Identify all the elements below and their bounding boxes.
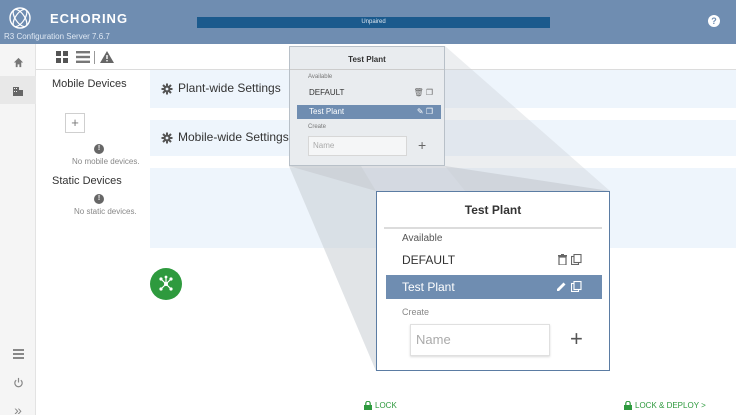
plant-selector-popup: Test Plant Available DEFAULT 🗑 ❐ Test Pl… — [289, 46, 445, 166]
trash-icon[interactable] — [558, 254, 567, 265]
plant-selector-popup-zoomed: Test Plant Available DEFAULT Test Plant … — [384, 199, 602, 365]
plant-name-input[interactable]: Name — [410, 324, 550, 356]
plant-name: Test Plant — [402, 280, 455, 294]
lock-button[interactable]: LOCK — [364, 401, 397, 410]
plant-option-test-plant[interactable]: Test Plant ✎ ❐ — [297, 105, 441, 119]
pencil-icon[interactable] — [556, 281, 567, 292]
available-label: Available — [308, 74, 333, 80]
popup-title: Test Plant — [348, 55, 386, 64]
lock-and-deploy-button[interactable]: LOCK & DEPLOY > — [624, 401, 706, 410]
popup-title-zoomed: Test Plant — [464, 203, 522, 217]
edit-copy-icons[interactable]: ✎ ❐ — [417, 105, 433, 119]
lock-icon — [624, 401, 632, 410]
lock-icon — [364, 401, 372, 410]
add-plant-button[interactable]: + — [570, 326, 583, 352]
lock-and-deploy-label: LOCK & DEPLOY > — [635, 401, 706, 410]
popup-divider — [384, 227, 602, 229]
plant-name: Test Plant — [309, 107, 345, 116]
add-plant-button[interactable]: + — [418, 137, 426, 153]
delete-copy-icons[interactable]: 🗑 ❐ — [413, 86, 433, 100]
copy-icon[interactable] — [571, 281, 582, 292]
available-label: Available — [402, 233, 443, 244]
plant-option-default[interactable]: DEFAULT 🗑 ❐ — [297, 86, 441, 100]
lock-label: LOCK — [375, 401, 397, 410]
create-label: Create — [308, 124, 327, 130]
popup-divider — [290, 69, 444, 70]
plant-name: DEFAULT — [402, 253, 456, 267]
plant-name: DEFAULT — [309, 88, 345, 97]
create-label: Create — [402, 307, 430, 317]
plant-option-default[interactable]: DEFAULT — [386, 248, 602, 272]
plant-name-input[interactable]: Name — [308, 136, 407, 156]
copy-icon[interactable] — [571, 254, 582, 265]
plant-option-test-plant[interactable]: Test Plant — [386, 275, 602, 299]
